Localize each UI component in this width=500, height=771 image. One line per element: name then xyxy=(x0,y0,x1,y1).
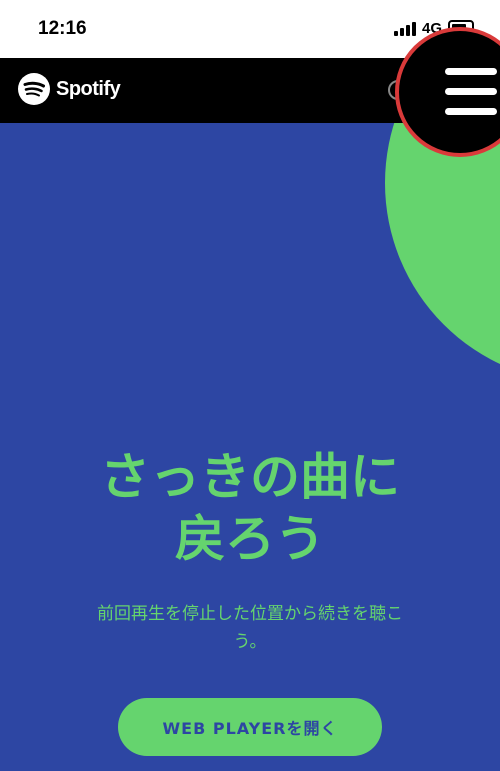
decorative-circle xyxy=(385,123,500,383)
status-time: 12:16 xyxy=(38,18,87,39)
hero-subtitle-line-2: う。 xyxy=(233,632,267,652)
hero-section: さっきの曲に 戻ろう 前回再生を停止した位置から続きを聴こ う。 WEB PLA… xyxy=(0,123,500,771)
hero-title-line-2: 戻ろう xyxy=(175,510,325,568)
open-web-player-button[interactable]: WEB PLAYERを開く xyxy=(118,698,382,756)
spotify-logo[interactable]: Spotify xyxy=(18,73,121,105)
menu-icon-bar xyxy=(445,108,497,115)
menu-icon-bar xyxy=(445,88,497,95)
hero-title-line-1: さっきの曲に xyxy=(100,448,400,506)
brand-name: Spotify xyxy=(56,77,121,100)
hero-subtitle: 前回再生を停止した位置から続きを聴こ う。 xyxy=(70,600,430,656)
signal-strength-icon xyxy=(394,22,418,36)
spotify-logo-icon xyxy=(18,73,50,105)
hero-subtitle-line-1: 前回再生を停止した位置から続きを聴こ xyxy=(97,604,403,624)
menu-icon-bar xyxy=(445,68,497,75)
hero-title: さっきの曲に 戻ろう xyxy=(0,446,500,570)
